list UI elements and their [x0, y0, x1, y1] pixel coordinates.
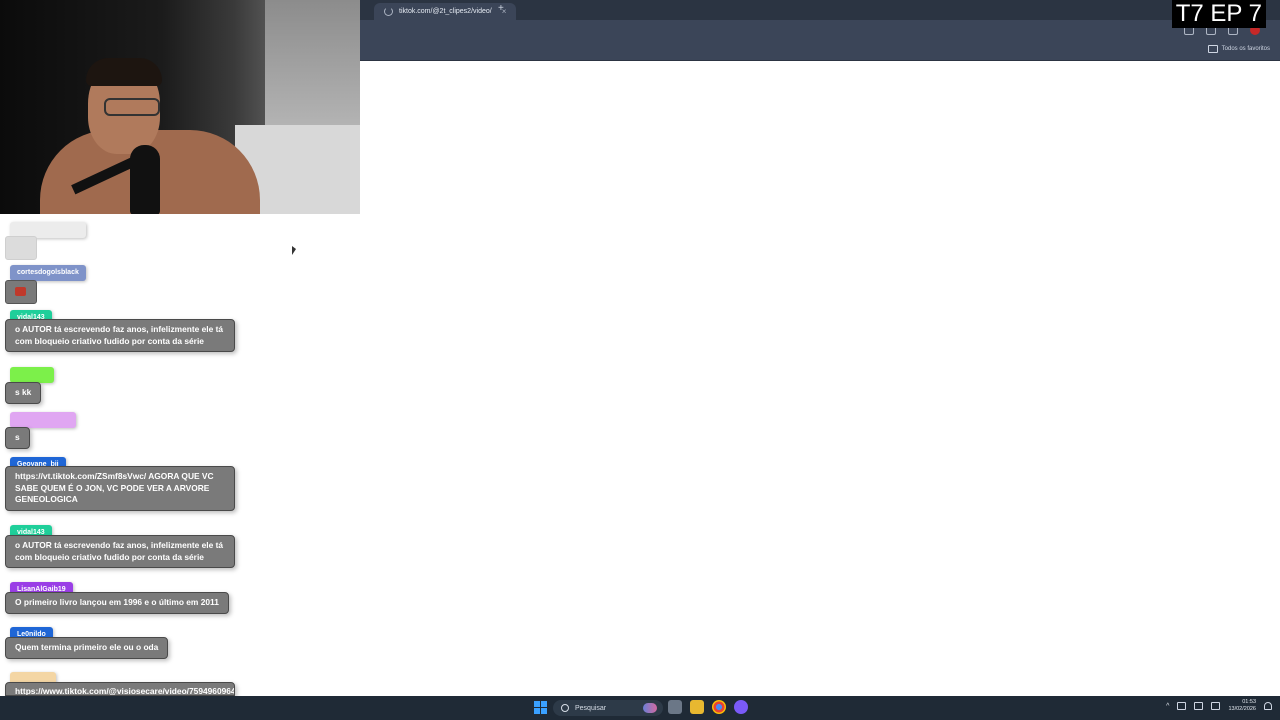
chat-emote	[5, 236, 37, 260]
taskbar-search[interactable]: Pesquisar	[553, 700, 663, 716]
chat-message: Quem termina primeiro ele ou o oda	[5, 637, 169, 659]
battery-icon[interactable]	[1211, 702, 1221, 710]
volume-icon[interactable]	[1194, 702, 1204, 710]
all-bookmarks-label: Todos os favoritos	[1221, 46, 1270, 52]
chat-message: https://vt.tiktok.com/ZSmf8sVwc/ AGORA Q…	[5, 466, 235, 511]
episode-label: T7 EP 7	[1171, 0, 1266, 28]
tab-title: tiktok.com/@2t_clipes2/video/	[399, 8, 492, 15]
mouse-cursor	[292, 246, 296, 255]
chat-message: https://www.tiktok.com/@visiosecare/vide…	[5, 682, 235, 696]
chevron-up-icon[interactable]: ^	[1166, 703, 1169, 710]
notification-icon[interactable]	[1264, 702, 1272, 710]
network-icon[interactable]	[1177, 702, 1187, 710]
chat-username: cortesdogolsblack	[10, 265, 86, 281]
loading-icon	[384, 7, 393, 16]
all-bookmarks-button[interactable]: Todos os favoritos	[1207, 45, 1270, 53]
taskbar-search-label: Pesquisar	[575, 704, 607, 712]
windows-start-icon[interactable]	[534, 701, 547, 714]
chat-message: O primeiro livro lançou em 1996 e o últi…	[5, 592, 229, 614]
folder-icon	[1207, 45, 1218, 53]
chat-message: o AUTOR tá escrevendo faz anos, infelizm…	[5, 319, 235, 352]
chat-message: s	[5, 427, 30, 449]
clock-date: 13/02/2026	[1228, 706, 1256, 712]
new-tab-button[interactable]: +	[498, 3, 504, 14]
file-explorer-icon[interactable]	[690, 700, 704, 714]
webcam-feed	[0, 0, 360, 214]
chat-app-icon[interactable]	[734, 700, 748, 714]
taskbar-clock[interactable]: 01:53 13/02/2026	[1228, 699, 1256, 713]
chat-message: o AUTOR tá escrevendo faz anos, infelizm…	[5, 535, 235, 568]
chat-username	[10, 367, 54, 383]
taskbar: Pesquisar ^ 01:53 13/02/2026	[0, 696, 1280, 720]
chat-message: s kk	[5, 382, 42, 404]
search-icon	[561, 704, 569, 712]
chat-username	[10, 412, 76, 428]
search-highlight-icon	[643, 703, 657, 713]
chrome-icon[interactable]	[712, 700, 726, 714]
browser-tab-active[interactable]: tiktok.com/@2t_clipes2/video/ ×	[374, 3, 517, 20]
system-tray: ^ 01:53 13/02/2026	[1166, 699, 1272, 713]
clock-time: 01:53	[1242, 699, 1256, 705]
task-view-icon[interactable]	[668, 700, 682, 714]
chat-emote	[5, 280, 37, 304]
